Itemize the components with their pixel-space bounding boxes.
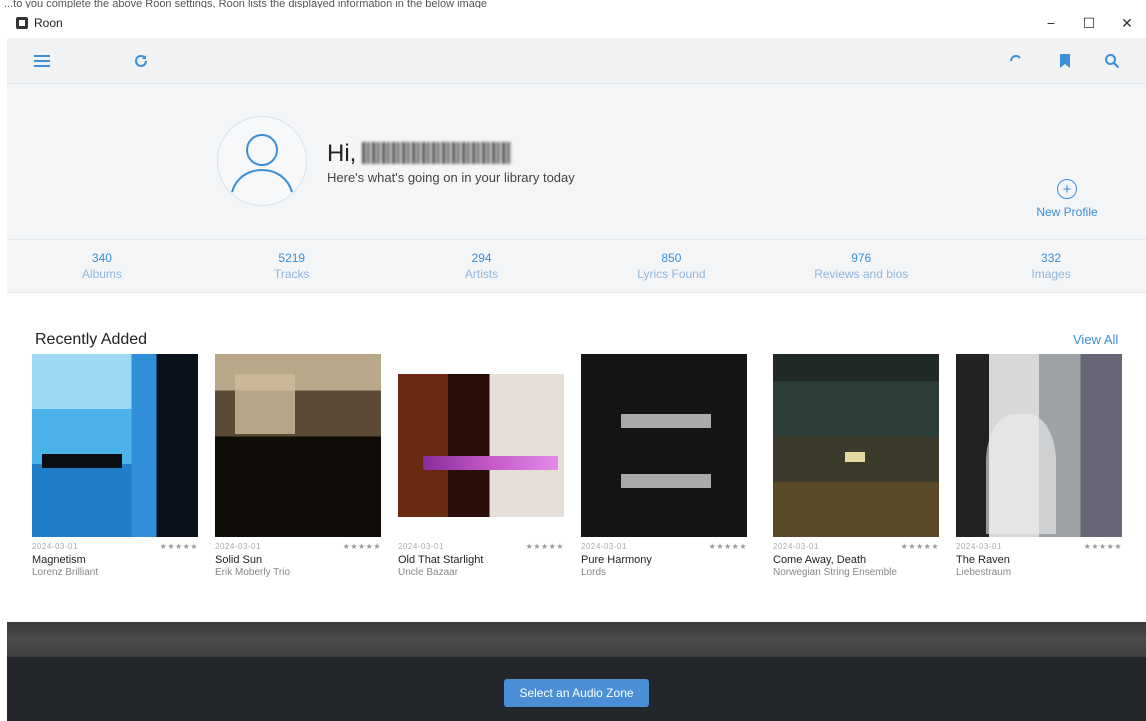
stat-label: Reviews and bios [814,267,909,281]
album-card[interactable]: 2024-03-01 ★★★★★ Magnetism Lorenz Brillia… [32,354,198,578]
avatar[interactable] [217,116,307,206]
album-title[interactable]: Magnetism [32,554,198,566]
greeting-subtitle: Here's what's going on in your library t… [327,170,575,185]
stat-lyrics[interactable]: 850 Lyrics Found [576,240,766,292]
add-profile-icon: + [1057,179,1077,199]
stat-value: 976 [851,251,872,265]
rating-stars[interactable]: ★★★★★ [901,542,939,551]
album-date: 2024-03-01 [215,542,261,551]
album-artist[interactable]: Uncle Bazaar [398,567,564,578]
stat-artists[interactable]: 294 Artists [387,240,577,292]
stat-albums[interactable]: 340 Albums [7,240,197,292]
recently-added-list: 2024-03-01 ★★★★★ Magnetism Lorenz Brillia… [32,354,1142,619]
menu-icon[interactable] [30,49,54,73]
stat-value: 294 [471,251,492,265]
now-playing-background [7,622,1146,657]
album-artist[interactable]: Lorenz Brilliant [32,567,198,578]
top-toolbar [7,38,1146,84]
new-profile-label: New Profile [1036,205,1098,219]
refresh-icon[interactable] [129,49,153,73]
new-profile-button[interactable]: + New Profile [1027,179,1107,219]
album-cover[interactable] [956,354,1122,537]
album-title[interactable]: Come Away, Death [773,554,939,566]
greeting-text: Hi, [327,140,513,168]
album-card[interactable]: 2024-03-01 ★★★★★ Solid Sun Erik Moberly T… [215,354,381,578]
stat-images[interactable]: 332 Images [956,240,1146,292]
album-date: 2024-03-01 [956,542,1002,551]
window-title: Roon [34,16,63,30]
close-button[interactable]: ✕ [1108,8,1146,38]
stat-label: Tracks [273,267,310,281]
window-titlebar: Roon − ☐ ✕ [0,8,1146,38]
greeting-prefix: Hi, [327,140,357,167]
album-artist[interactable]: Lords [581,567,747,578]
profile-header: Hi, Here's what's going on in your libra… [7,84,1146,239]
album-title[interactable]: The Raven [956,554,1122,566]
maximize-button[interactable]: ☐ [1070,8,1108,38]
rating-stars[interactable]: ★★★★★ [709,542,747,551]
stat-label: Lyrics Found [637,267,706,281]
user-icon [231,134,293,193]
rating-stars[interactable]: ★★★★★ [343,542,381,551]
album-date: 2024-03-01 [581,542,627,551]
album-cover[interactable] [32,354,198,537]
album-date: 2024-03-01 [32,542,78,551]
loading-icon [1004,49,1028,73]
library-stats: 340 Albums 5219 Tracks 294 Artists 850 L… [7,239,1146,293]
album-date: 2024-03-01 [773,542,819,551]
album-card[interactable]: 2024-03-01 ★★★★★ Pure Harmony Lords [581,354,747,578]
stat-value: 332 [1041,251,1062,265]
recently-added-title: Recently Added [35,331,148,348]
stat-value: 5219 [278,251,306,265]
album-artist[interactable]: Liebestraum [956,567,1122,578]
window-controls: − ☐ ✕ [1032,8,1146,38]
roon-app-icon [16,17,28,29]
album-title[interactable]: Pure Harmony [581,554,747,566]
album-cover[interactable] [215,354,381,537]
album-cover[interactable] [581,354,747,537]
album-card[interactable]: 2024-03-01 ★★★★★ Old That Starlight Uncle… [398,354,564,578]
album-cover[interactable] [398,374,564,517]
stat-label: Artists [464,267,499,281]
search-icon[interactable] [1100,49,1124,73]
view-all-link[interactable]: View All [1073,332,1118,347]
stat-value: 340 [91,251,112,265]
album-card[interactable]: 2024-03-01 ★★★★★ Come Away, Death Norwegi… [773,354,939,578]
select-audio-zone-button[interactable]: Select an Audio Zone [504,679,649,707]
stat-label: Images [1031,267,1071,281]
page-caption: ...to you complete the above Roon settin… [0,0,1146,8]
stat-label: Albums [81,267,122,281]
stat-value: 850 [661,251,682,265]
rating-stars[interactable]: ★★★★★ [160,542,198,551]
stat-tracks[interactable]: 5219 Tracks [197,240,387,292]
album-artist[interactable]: Erik Moberly Trio [215,567,381,578]
stat-reviews[interactable]: 976 Reviews and bios [766,240,956,292]
footer-bar: Select an Audio Zone [7,657,1146,721]
album-date: 2024-03-01 [398,542,444,551]
roon-app: Hi, Here's what's going on in your libra… [7,38,1146,721]
album-cover[interactable] [773,354,939,537]
rating-stars[interactable]: ★★★★★ [526,542,564,551]
album-title[interactable]: Solid Sun [215,554,381,566]
user-name-redacted [362,142,513,164]
album-artist[interactable]: Norwegian String Ensemble [773,567,939,578]
album-card[interactable]: 2024-03-01 ★★★★★ The Raven Liebestraum [956,354,1122,578]
album-title[interactable]: Old That Starlight [398,554,564,566]
rating-stars[interactable]: ★★★★★ [1084,542,1122,551]
bookmark-icon[interactable] [1053,49,1077,73]
minimize-button[interactable]: − [1032,8,1070,38]
